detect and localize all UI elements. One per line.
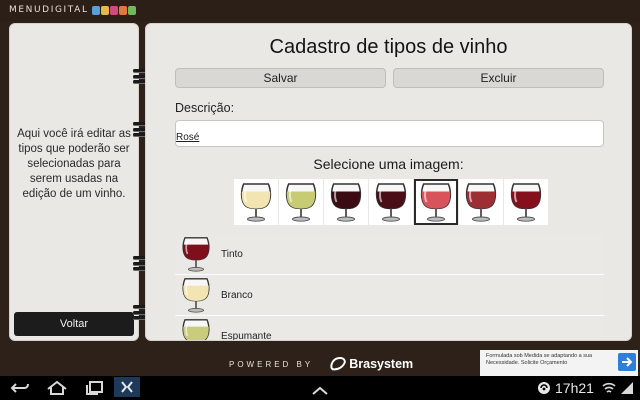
description-label: Descrição: [175, 101, 235, 115]
delete-button[interactable]: Excluir [393, 68, 604, 88]
list-item-label: Espumante [221, 330, 272, 341]
logo-tile-icon [91, 5, 100, 15]
back-button[interactable]: Voltar [14, 312, 134, 336]
list-item[interactable]: Branco [175, 275, 604, 316]
list-item[interactable]: Tinto [175, 234, 604, 275]
image-select-label: Selecione uma imagem: [313, 156, 464, 172]
back-icon[interactable] [10, 380, 30, 400]
rose-wine-glass-icon[interactable] [414, 179, 458, 225]
image-picker [234, 179, 548, 225]
recent-apps-icon[interactable] [85, 380, 105, 400]
page-title: Cadastro de tipos de vinho [269, 36, 508, 58]
logo-icons [91, 5, 136, 15]
green-white-wine-glass-icon[interactable] [279, 179, 323, 225]
powered-by: POWERED BY Brasystem [229, 356, 413, 372]
logo-tile-icon [109, 5, 118, 15]
red-wine-glass-icon[interactable] [459, 179, 503, 225]
white-wine-glass-icon[interactable] [234, 179, 278, 225]
sync-icon [537, 381, 551, 400]
wine-type-list[interactable]: Tinto Branco Espumante [175, 234, 604, 341]
battery-icon [620, 381, 634, 400]
powered-by-text: POWERED BY [229, 359, 314, 369]
system-navigation-bar: 17h21 [0, 376, 640, 400]
app-header: MENUDIGITAL [0, 0, 640, 22]
red-wine-glass-icon [178, 234, 214, 274]
wine-type-form: Cadastro de tipos de vinho Salvar Exclui… [145, 23, 632, 341]
logo-tile-icon [127, 5, 136, 15]
wifi-icon [602, 381, 616, 400]
ad-banner[interactable]: Formulada sob Medida se adaptando a sua … [480, 350, 638, 376]
clock: 17h21 [555, 380, 594, 396]
red-wine-glass-icon[interactable] [504, 179, 548, 225]
help-panel: Aqui você irá editar as tipos que poderã… [9, 23, 139, 341]
brasystem-logo: Brasystem [329, 356, 413, 372]
help-text: Aqui você irá editar as tipos que poderã… [17, 128, 131, 200]
brand-name: Brasystem [349, 357, 414, 371]
chevron-up-icon[interactable] [310, 383, 330, 400]
ad-text: Formulada sob Medida se adaptando a sua … [486, 353, 593, 366]
menudigital-logo: MENUDIGITAL [9, 5, 136, 15]
white-wine-glass-icon [178, 275, 214, 315]
list-item-label: Tinto [221, 248, 243, 260]
brasystem-swirl-icon [330, 356, 347, 371]
ad-arrow-icon[interactable] [618, 353, 636, 371]
logo-text: MENUDIGITAL [9, 5, 89, 15]
logo-tile-icon [100, 5, 109, 15]
list-item[interactable]: Espumante [175, 316, 604, 341]
list-item-label: Branco [221, 289, 253, 301]
logo-tile-icon [118, 5, 127, 15]
screenshot-icon[interactable] [114, 377, 140, 400]
dark-red-wine-glass-icon[interactable] [369, 179, 413, 225]
description-input[interactable] [175, 120, 604, 147]
home-icon[interactable] [46, 380, 68, 400]
sparkling-wine-glass-icon [178, 316, 214, 340]
dark-red-wine-glass-icon[interactable] [324, 179, 368, 225]
save-button[interactable]: Salvar [175, 68, 386, 88]
